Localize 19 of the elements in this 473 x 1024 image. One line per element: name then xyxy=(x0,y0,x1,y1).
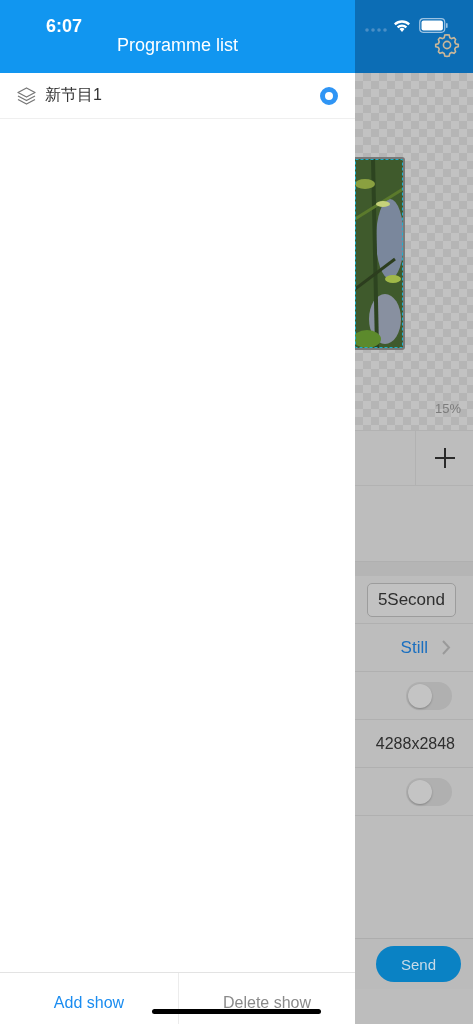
plus-icon[interactable] xyxy=(434,448,455,468)
radio-button[interactable] xyxy=(320,86,338,105)
programme-item[interactable]: 新节目1 xyxy=(0,73,355,119)
resolution-text: 4288x2848 xyxy=(375,734,455,753)
toggle-switch[interactable] xyxy=(406,681,452,710)
duration-button[interactable]: 5Second xyxy=(366,582,456,617)
zoom-level: 15% xyxy=(434,401,461,416)
wifi-icon xyxy=(393,19,411,33)
drawer-title: Programme list xyxy=(117,35,238,56)
toggle-switch[interactable] xyxy=(406,777,452,806)
send-button[interactable]: Send xyxy=(376,946,461,982)
settings-icon[interactable] xyxy=(434,32,460,58)
chevron-icon xyxy=(442,640,451,655)
status-time: 6:07 xyxy=(46,16,83,37)
effect-link[interactable]: Still xyxy=(400,637,428,658)
layers-icon xyxy=(17,86,36,105)
programme-name: 新节目1 xyxy=(45,85,103,105)
battery-icon xyxy=(419,18,448,33)
signal-icon xyxy=(365,28,387,32)
